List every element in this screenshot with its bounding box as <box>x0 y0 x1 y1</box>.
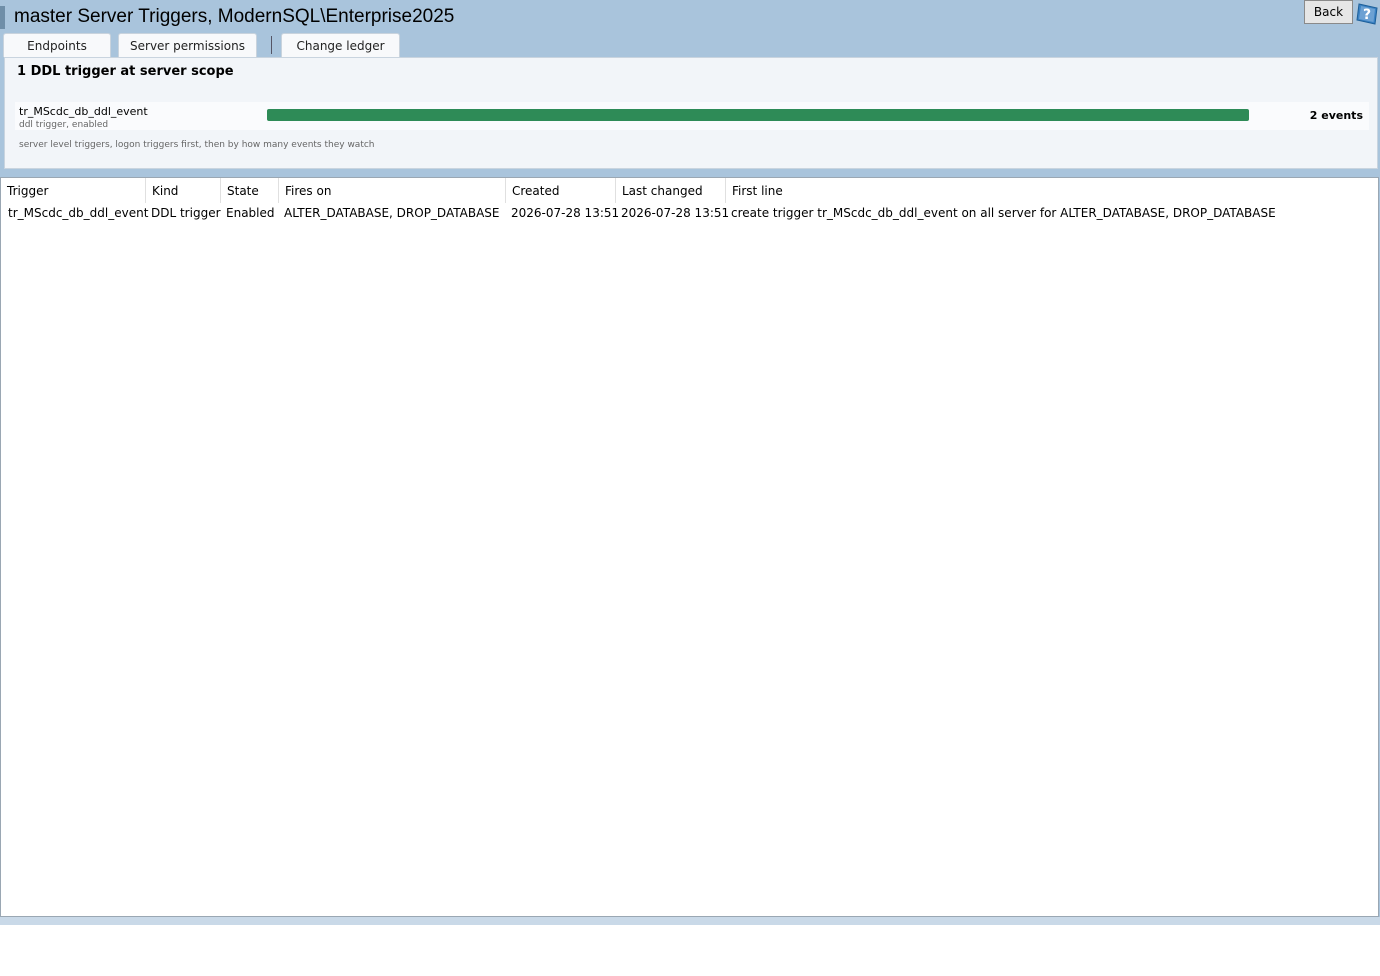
column-header-trigger[interactable]: Trigger <box>1 178 146 203</box>
cell-fires-on: ALTER_DATABASE, DROP_DATABASE <box>284 206 500 220</box>
events-bar-fill <box>267 109 1249 121</box>
summary-title: 1 DDL trigger at server scope <box>17 64 234 79</box>
summary-note: server level triggers, logon triggers fi… <box>19 140 375 150</box>
svg-text:?: ? <box>1363 7 1371 23</box>
cell-state: Enabled <box>226 206 275 220</box>
column-header-last-changed[interactable]: Last changed <box>616 178 726 203</box>
page-title: master Server Triggers, ModernSQL\Enterp… <box>14 6 455 27</box>
cell-last-changed: 2026-07-28 13:51 <box>621 206 730 220</box>
trigger-name: tr_MScdc_db_ddl_event <box>19 105 148 118</box>
triggers-grid[interactable]: Trigger Kind State Fires on Created Last… <box>0 177 1379 917</box>
column-header-created[interactable]: Created <box>506 178 616 203</box>
title-accent <box>0 6 5 29</box>
tab-separator <box>271 36 272 54</box>
column-header-kind[interactable]: Kind <box>146 178 221 203</box>
cell-trigger: tr_MScdc_db_ddl_event <box>8 206 149 220</box>
cell-created: 2026-07-28 13:51 <box>511 206 620 220</box>
trigger-subtitle: ddl trigger, enabled <box>19 120 109 130</box>
back-button[interactable]: Back <box>1304 0 1353 24</box>
events-bar-track <box>267 109 1249 121</box>
tab-server-permissions[interactable]: Server permissions <box>118 33 257 57</box>
events-count: 2 events <box>1309 109 1363 122</box>
column-header-first-line[interactable]: First line <box>726 178 1378 203</box>
tab-change-ledger[interactable]: Change ledger <box>281 33 400 57</box>
column-header-state[interactable]: State <box>221 178 279 203</box>
trigger-summary-row[interactable]: tr_MScdc_db_ddl_event ddl trigger, enabl… <box>15 102 1369 130</box>
trigger-summary-panel: 1 DDL trigger at server scope tr_MScdc_d… <box>4 57 1378 169</box>
help-icon[interactable]: ? <box>1355 2 1379 26</box>
column-header-fires-on[interactable]: Fires on <box>279 178 506 203</box>
tab-endpoints[interactable]: Endpoints <box>3 33 111 57</box>
cell-kind: DDL trigger <box>151 206 221 220</box>
cell-first-line: create trigger tr_MScdc_db_ddl_event on … <box>731 206 1276 220</box>
window-frame: master Server Triggers, ModernSQL\Enterp… <box>0 0 1380 925</box>
status-strip <box>0 917 1380 925</box>
grid-header: Trigger Kind State Fires on Created Last… <box>1 178 1378 203</box>
